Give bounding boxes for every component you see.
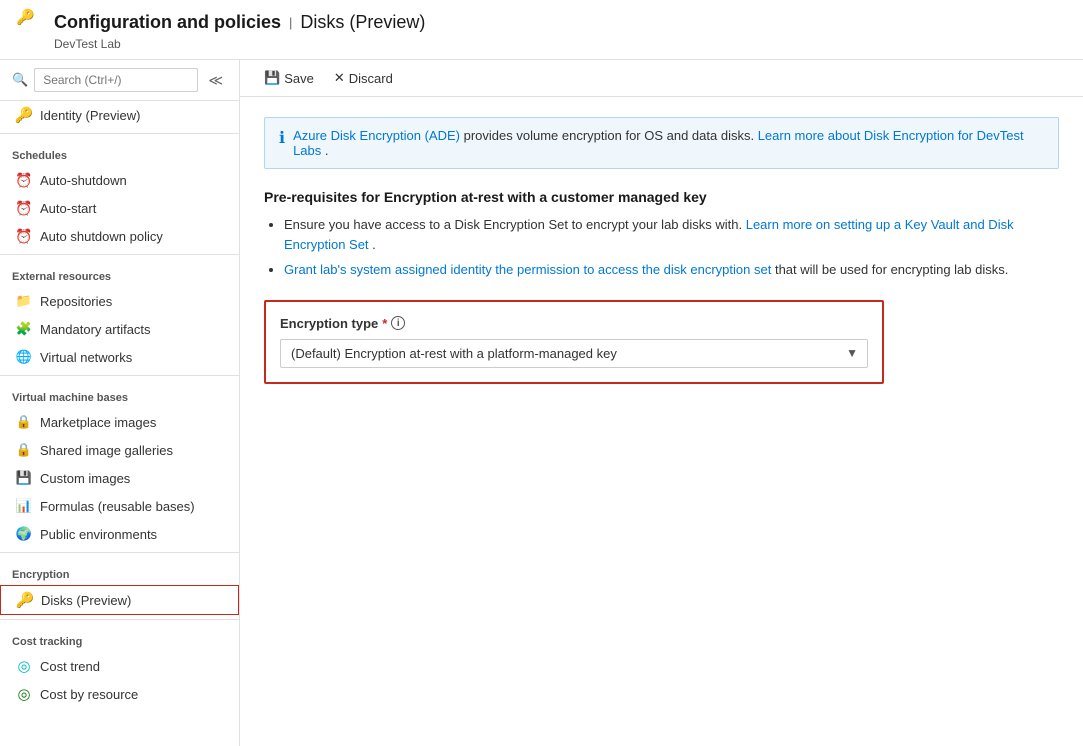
prereq-list: Ensure you have access to a Disk Encrypt…: [264, 215, 1059, 280]
sidebar-item-cost-trend[interactable]: ◎ Cost trend: [0, 652, 239, 680]
sidebar: 🔍 ≪ 🔑 Identity (Preview) Schedules ⏰ Aut…: [0, 60, 240, 746]
info-text-end: .: [325, 143, 329, 158]
prereq-item-2: Grant lab's system assigned identity the…: [284, 260, 1059, 280]
disk-key-icon: 🔑: [17, 592, 33, 608]
search-icon: 🔍: [12, 72, 28, 88]
page-title: Configuration and policies: [54, 12, 281, 33]
clock-icon: ⏰: [16, 172, 32, 188]
header-icon: 🔑: [16, 8, 44, 36]
discard-icon: ✕: [334, 70, 345, 86]
main-content: ℹ Azure Disk Encryption (ADE) provides v…: [240, 97, 1083, 746]
encryption-type-box: Encryption type * i (Default) Encryption…: [264, 300, 884, 384]
section-label-vm-bases: Virtual machine bases: [0, 380, 239, 408]
save-icon: 💾: [264, 70, 280, 86]
sidebar-item-auto-shutdown-policy[interactable]: ⏰ Auto shutdown policy: [0, 222, 239, 250]
sidebar-item-disks-preview[interactable]: 🔑 Disks (Preview): [0, 585, 239, 615]
clock-icon-2: ⏰: [16, 200, 32, 216]
cost-resource-icon: ◎: [16, 686, 32, 702]
sidebar-item-marketplace-images[interactable]: 🔒 Marketplace images: [0, 408, 239, 436]
identity-link[interactable]: Grant lab's system assigned identity the…: [284, 262, 771, 277]
sidebar-item-virtual-networks[interactable]: 🌐 Virtual networks: [0, 343, 239, 371]
sidebar-item-mandatory-artifacts[interactable]: 🧩 Mandatory artifacts: [0, 315, 239, 343]
encryption-type-label: Encryption type * i: [280, 316, 868, 331]
info-banner-text: Azure Disk Encryption (ADE) provides vol…: [293, 128, 1044, 158]
field-info-icon[interactable]: i: [391, 316, 405, 330]
ade-link[interactable]: Azure Disk Encryption (ADE): [293, 128, 460, 143]
prereq-text-1b: .: [372, 237, 376, 252]
prereq-title: Pre-requisites for Encryption at-rest wi…: [264, 189, 1059, 205]
required-indicator: *: [382, 316, 387, 331]
clock-icon-3: ⏰: [16, 228, 32, 244]
gallery-icon: 🔒: [16, 442, 32, 458]
section-label-cost-tracking: Cost tracking: [0, 624, 239, 652]
marketplace-icon: 🔒: [16, 414, 32, 430]
encryption-type-select-wrapper: (Default) Encryption at-rest with a plat…: [280, 339, 868, 368]
toolbar: 💾 Save ✕ Discard: [240, 60, 1083, 97]
formula-icon: 📊: [16, 498, 32, 514]
sidebar-item-cost-by-resource[interactable]: ◎ Cost by resource: [0, 680, 239, 708]
info-text-middle: provides volume encryption for OS and da…: [464, 128, 758, 143]
key-icon: 🔑: [16, 107, 32, 123]
prereq-text-2: that will be used for encrypting lab dis…: [775, 262, 1008, 277]
section-label-schedules: Schedules: [0, 138, 239, 166]
environment-icon: 🌍: [16, 526, 32, 542]
prereq-text-1a: Ensure you have access to a Disk Encrypt…: [284, 217, 746, 232]
header-separator: |: [289, 15, 292, 30]
sidebar-item-identity[interactable]: 🔑 Identity (Preview): [0, 101, 239, 129]
search-input[interactable]: [34, 68, 198, 92]
sidebar-item-custom-images[interactable]: 💾 Custom images: [0, 464, 239, 492]
sidebar-item-repositories[interactable]: 📁 Repositories: [0, 287, 239, 315]
section-label-external: External resources: [0, 259, 239, 287]
sidebar-item-auto-start[interactable]: ⏰ Auto-start: [0, 194, 239, 222]
info-banner: ℹ Azure Disk Encryption (ADE) provides v…: [264, 117, 1059, 169]
sidebar-item-auto-shutdown[interactable]: ⏰ Auto-shutdown: [0, 166, 239, 194]
sidebar-item-shared-image-galleries[interactable]: 🔒 Shared image galleries: [0, 436, 239, 464]
sidebar-item-formulas[interactable]: 📊 Formulas (reusable bases): [0, 492, 239, 520]
header-subtext: DevTest Lab: [54, 37, 121, 51]
sidebar-item-public-environments[interactable]: 🌍 Public environments: [0, 520, 239, 548]
artifact-icon: 🧩: [16, 321, 32, 337]
section-label-encryption: Encryption: [0, 557, 239, 585]
save-button[interactable]: 💾 Save: [256, 66, 322, 90]
discard-button[interactable]: ✕ Discard: [326, 66, 401, 90]
network-icon: 🌐: [16, 349, 32, 365]
page-header: 🔑 Configuration and policies | Disks (Pr…: [0, 0, 1083, 60]
sidebar-collapse-button[interactable]: ≪: [204, 70, 227, 91]
encryption-type-select[interactable]: (Default) Encryption at-rest with a plat…: [280, 339, 868, 368]
info-icon: ℹ: [279, 128, 285, 148]
cost-trend-icon: ◎: [16, 658, 32, 674]
sidebar-search-area: 🔍 ≪: [0, 60, 239, 101]
prereq-item-1: Ensure you have access to a Disk Encrypt…: [284, 215, 1059, 254]
repo-icon: 📁: [16, 293, 32, 309]
custom-image-icon: 💾: [16, 470, 32, 486]
page-subtitle: Disks (Preview): [300, 12, 425, 33]
